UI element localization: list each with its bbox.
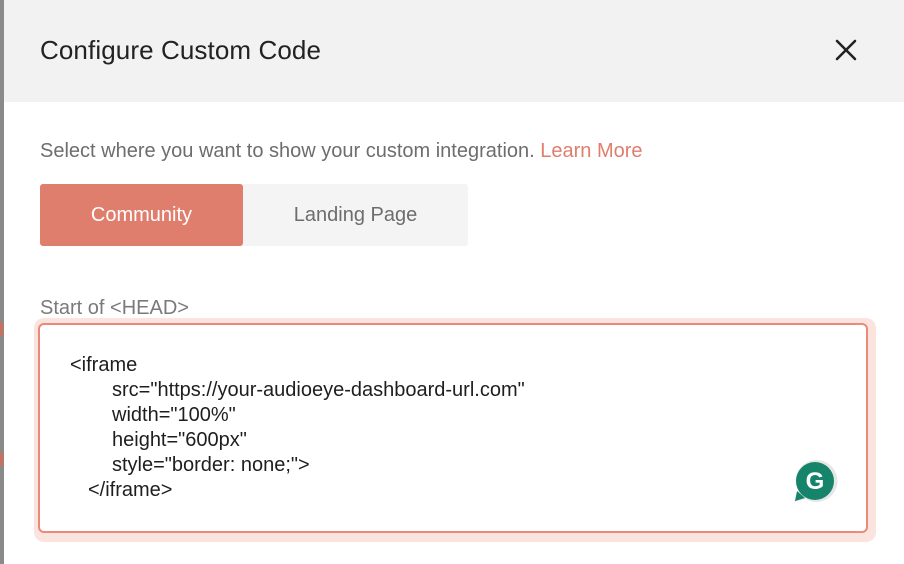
close-icon bbox=[835, 39, 857, 61]
tab-landing-page[interactable]: Landing Page bbox=[243, 184, 468, 246]
configure-custom-code-dialog: Configure Custom Code Select where you w… bbox=[4, 0, 904, 564]
head-code-textarea[interactable]: <iframe src="https://your-audioeye-dashb… bbox=[38, 323, 868, 533]
tab-community[interactable]: Community bbox=[40, 184, 243, 246]
intro-text: Select where you want to show your custo… bbox=[40, 138, 643, 164]
backdrop-mark bbox=[0, 452, 3, 466]
head-field-label: Start of <HEAD> bbox=[40, 297, 189, 319]
backdrop-mark bbox=[0, 322, 3, 336]
intro-description: Select where you want to show your custo… bbox=[40, 140, 535, 162]
placement-tabs: Community Landing Page bbox=[40, 184, 468, 246]
code-line: width="100%" bbox=[112, 404, 236, 426]
code-line: style="border: none;"> bbox=[112, 454, 310, 476]
code-line: <iframe bbox=[70, 354, 138, 376]
dialog-title: Configure Custom Code bbox=[40, 35, 322, 65]
grammarly-letter: G bbox=[806, 468, 825, 495]
dialog-header: Configure Custom Code bbox=[4, 0, 904, 102]
code-line: height="600px" bbox=[112, 429, 247, 451]
grammarly-button[interactable]: G bbox=[792, 458, 838, 504]
code-line: </iframe> bbox=[88, 479, 173, 501]
learn-more-link[interactable]: Learn More bbox=[540, 140, 642, 162]
code-line: src="https://your-audioeye-dashboard-url… bbox=[112, 379, 525, 401]
grammarly-icon: G bbox=[794, 459, 838, 502]
close-button[interactable] bbox=[828, 32, 864, 68]
